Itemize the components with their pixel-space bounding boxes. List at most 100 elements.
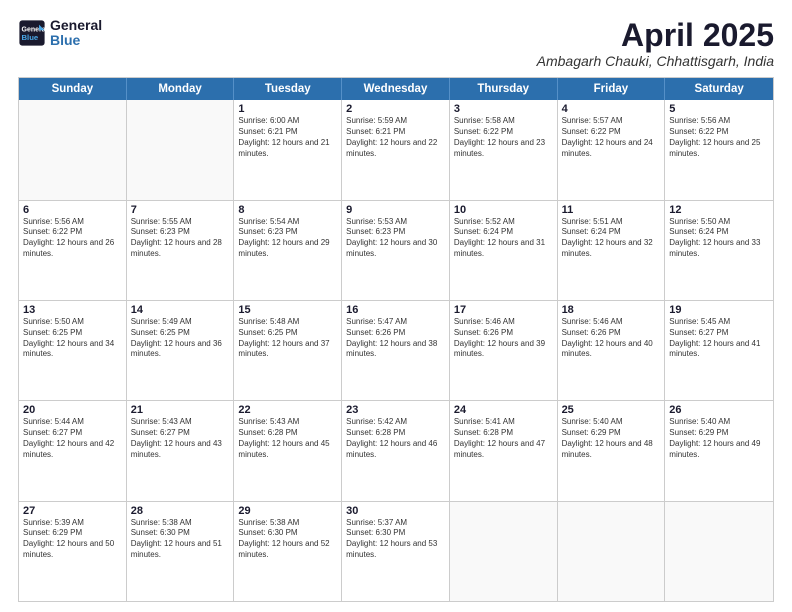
- day-cell-14: 14Sunrise: 5:49 AM Sunset: 6:25 PM Dayli…: [127, 301, 235, 400]
- empty-cell-4-4: [450, 502, 558, 601]
- empty-cell-0-1: [127, 100, 235, 199]
- cell-info: Sunrise: 5:56 AM Sunset: 6:22 PM Dayligh…: [23, 217, 122, 260]
- cell-info: Sunrise: 5:57 AM Sunset: 6:22 PM Dayligh…: [562, 116, 661, 159]
- day-number: 2: [346, 103, 445, 115]
- day-number: 12: [669, 204, 769, 216]
- calendar-row-1: 6Sunrise: 5:56 AM Sunset: 6:22 PM Daylig…: [19, 200, 773, 300]
- cell-info: Sunrise: 5:51 AM Sunset: 6:24 PM Dayligh…: [562, 217, 661, 260]
- day-number: 3: [454, 103, 553, 115]
- cell-info: Sunrise: 5:48 AM Sunset: 6:25 PM Dayligh…: [238, 317, 337, 360]
- day-cell-15: 15Sunrise: 5:48 AM Sunset: 6:25 PM Dayli…: [234, 301, 342, 400]
- day-number: 18: [562, 304, 661, 316]
- cell-info: Sunrise: 5:46 AM Sunset: 6:26 PM Dayligh…: [454, 317, 553, 360]
- cell-info: Sunrise: 5:41 AM Sunset: 6:28 PM Dayligh…: [454, 417, 553, 460]
- day-cell-8: 8Sunrise: 5:54 AM Sunset: 6:23 PM Daylig…: [234, 201, 342, 300]
- day-cell-6: 6Sunrise: 5:56 AM Sunset: 6:22 PM Daylig…: [19, 201, 127, 300]
- header: General Blue General Blue April 2025 Amb…: [18, 18, 774, 69]
- day-cell-23: 23Sunrise: 5:42 AM Sunset: 6:28 PM Dayli…: [342, 401, 450, 500]
- cell-info: Sunrise: 5:49 AM Sunset: 6:25 PM Dayligh…: [131, 317, 230, 360]
- calendar: SundayMondayTuesdayWednesdayThursdayFrid…: [18, 77, 774, 602]
- empty-cell-0-0: [19, 100, 127, 199]
- day-number: 7: [131, 204, 230, 216]
- day-number: 25: [562, 404, 661, 416]
- day-cell-4: 4Sunrise: 5:57 AM Sunset: 6:22 PM Daylig…: [558, 100, 666, 199]
- day-cell-13: 13Sunrise: 5:50 AM Sunset: 6:25 PM Dayli…: [19, 301, 127, 400]
- day-cell-7: 7Sunrise: 5:55 AM Sunset: 6:23 PM Daylig…: [127, 201, 235, 300]
- page: General Blue General Blue April 2025 Amb…: [0, 0, 792, 612]
- day-number: 14: [131, 304, 230, 316]
- day-cell-12: 12Sunrise: 5:50 AM Sunset: 6:24 PM Dayli…: [665, 201, 773, 300]
- day-number: 20: [23, 404, 122, 416]
- weekday-wednesday: Wednesday: [342, 78, 450, 100]
- day-cell-1: 1Sunrise: 6:00 AM Sunset: 6:21 PM Daylig…: [234, 100, 342, 199]
- cell-info: Sunrise: 5:42 AM Sunset: 6:28 PM Dayligh…: [346, 417, 445, 460]
- day-cell-11: 11Sunrise: 5:51 AM Sunset: 6:24 PM Dayli…: [558, 201, 666, 300]
- day-cell-17: 17Sunrise: 5:46 AM Sunset: 6:26 PM Dayli…: [450, 301, 558, 400]
- day-number: 17: [454, 304, 553, 316]
- day-cell-20: 20Sunrise: 5:44 AM Sunset: 6:27 PM Dayli…: [19, 401, 127, 500]
- day-cell-18: 18Sunrise: 5:46 AM Sunset: 6:26 PM Dayli…: [558, 301, 666, 400]
- cell-info: Sunrise: 5:58 AM Sunset: 6:22 PM Dayligh…: [454, 116, 553, 159]
- logo-general: General: [50, 18, 102, 33]
- day-cell-16: 16Sunrise: 5:47 AM Sunset: 6:26 PM Dayli…: [342, 301, 450, 400]
- day-number: 23: [346, 404, 445, 416]
- weekday-tuesday: Tuesday: [234, 78, 342, 100]
- cell-info: Sunrise: 5:55 AM Sunset: 6:23 PM Dayligh…: [131, 217, 230, 260]
- weekday-saturday: Saturday: [665, 78, 773, 100]
- location-title: Ambagarh Chauki, Chhattisgarh, India: [537, 53, 774, 69]
- day-number: 15: [238, 304, 337, 316]
- month-title: April 2025: [537, 18, 774, 53]
- day-number: 11: [562, 204, 661, 216]
- day-cell-25: 25Sunrise: 5:40 AM Sunset: 6:29 PM Dayli…: [558, 401, 666, 500]
- day-cell-3: 3Sunrise: 5:58 AM Sunset: 6:22 PM Daylig…: [450, 100, 558, 199]
- day-cell-27: 27Sunrise: 5:39 AM Sunset: 6:29 PM Dayli…: [19, 502, 127, 601]
- calendar-row-4: 27Sunrise: 5:39 AM Sunset: 6:29 PM Dayli…: [19, 501, 773, 601]
- cell-info: Sunrise: 5:39 AM Sunset: 6:29 PM Dayligh…: [23, 518, 122, 561]
- day-number: 4: [562, 103, 661, 115]
- day-cell-2: 2Sunrise: 5:59 AM Sunset: 6:21 PM Daylig…: [342, 100, 450, 199]
- day-number: 29: [238, 505, 337, 517]
- weekday-friday: Friday: [558, 78, 666, 100]
- cell-info: Sunrise: 5:53 AM Sunset: 6:23 PM Dayligh…: [346, 217, 445, 260]
- day-cell-10: 10Sunrise: 5:52 AM Sunset: 6:24 PM Dayli…: [450, 201, 558, 300]
- day-cell-26: 26Sunrise: 5:40 AM Sunset: 6:29 PM Dayli…: [665, 401, 773, 500]
- day-cell-21: 21Sunrise: 5:43 AM Sunset: 6:27 PM Dayli…: [127, 401, 235, 500]
- calendar-row-3: 20Sunrise: 5:44 AM Sunset: 6:27 PM Dayli…: [19, 400, 773, 500]
- cell-info: Sunrise: 5:43 AM Sunset: 6:27 PM Dayligh…: [131, 417, 230, 460]
- day-number: 24: [454, 404, 553, 416]
- title-block: April 2025 Ambagarh Chauki, Chhattisgarh…: [537, 18, 774, 69]
- day-number: 28: [131, 505, 230, 517]
- cell-info: Sunrise: 5:43 AM Sunset: 6:28 PM Dayligh…: [238, 417, 337, 460]
- weekday-thursday: Thursday: [450, 78, 558, 100]
- day-number: 30: [346, 505, 445, 517]
- day-cell-9: 9Sunrise: 5:53 AM Sunset: 6:23 PM Daylig…: [342, 201, 450, 300]
- calendar-row-0: 1Sunrise: 6:00 AM Sunset: 6:21 PM Daylig…: [19, 100, 773, 199]
- empty-cell-4-6: [665, 502, 773, 601]
- day-cell-22: 22Sunrise: 5:43 AM Sunset: 6:28 PM Dayli…: [234, 401, 342, 500]
- cell-info: Sunrise: 5:50 AM Sunset: 6:25 PM Dayligh…: [23, 317, 122, 360]
- svg-text:Blue: Blue: [22, 33, 39, 42]
- cell-info: Sunrise: 5:59 AM Sunset: 6:21 PM Dayligh…: [346, 116, 445, 159]
- weekday-monday: Monday: [127, 78, 235, 100]
- day-number: 10: [454, 204, 553, 216]
- day-cell-5: 5Sunrise: 5:56 AM Sunset: 6:22 PM Daylig…: [665, 100, 773, 199]
- logo-blue: Blue: [50, 33, 102, 48]
- cell-info: Sunrise: 5:56 AM Sunset: 6:22 PM Dayligh…: [669, 116, 769, 159]
- cell-info: Sunrise: 6:00 AM Sunset: 6:21 PM Dayligh…: [238, 116, 337, 159]
- day-cell-30: 30Sunrise: 5:37 AM Sunset: 6:30 PM Dayli…: [342, 502, 450, 601]
- empty-cell-4-5: [558, 502, 666, 601]
- day-number: 8: [238, 204, 337, 216]
- day-cell-29: 29Sunrise: 5:38 AM Sunset: 6:30 PM Dayli…: [234, 502, 342, 601]
- day-number: 22: [238, 404, 337, 416]
- cell-info: Sunrise: 5:54 AM Sunset: 6:23 PM Dayligh…: [238, 217, 337, 260]
- day-number: 19: [669, 304, 769, 316]
- cell-info: Sunrise: 5:38 AM Sunset: 6:30 PM Dayligh…: [131, 518, 230, 561]
- day-cell-28: 28Sunrise: 5:38 AM Sunset: 6:30 PM Dayli…: [127, 502, 235, 601]
- cell-info: Sunrise: 5:38 AM Sunset: 6:30 PM Dayligh…: [238, 518, 337, 561]
- day-number: 27: [23, 505, 122, 517]
- calendar-row-2: 13Sunrise: 5:50 AM Sunset: 6:25 PM Dayli…: [19, 300, 773, 400]
- cell-info: Sunrise: 5:46 AM Sunset: 6:26 PM Dayligh…: [562, 317, 661, 360]
- day-number: 26: [669, 404, 769, 416]
- day-number: 6: [23, 204, 122, 216]
- logo: General Blue General Blue: [18, 18, 102, 49]
